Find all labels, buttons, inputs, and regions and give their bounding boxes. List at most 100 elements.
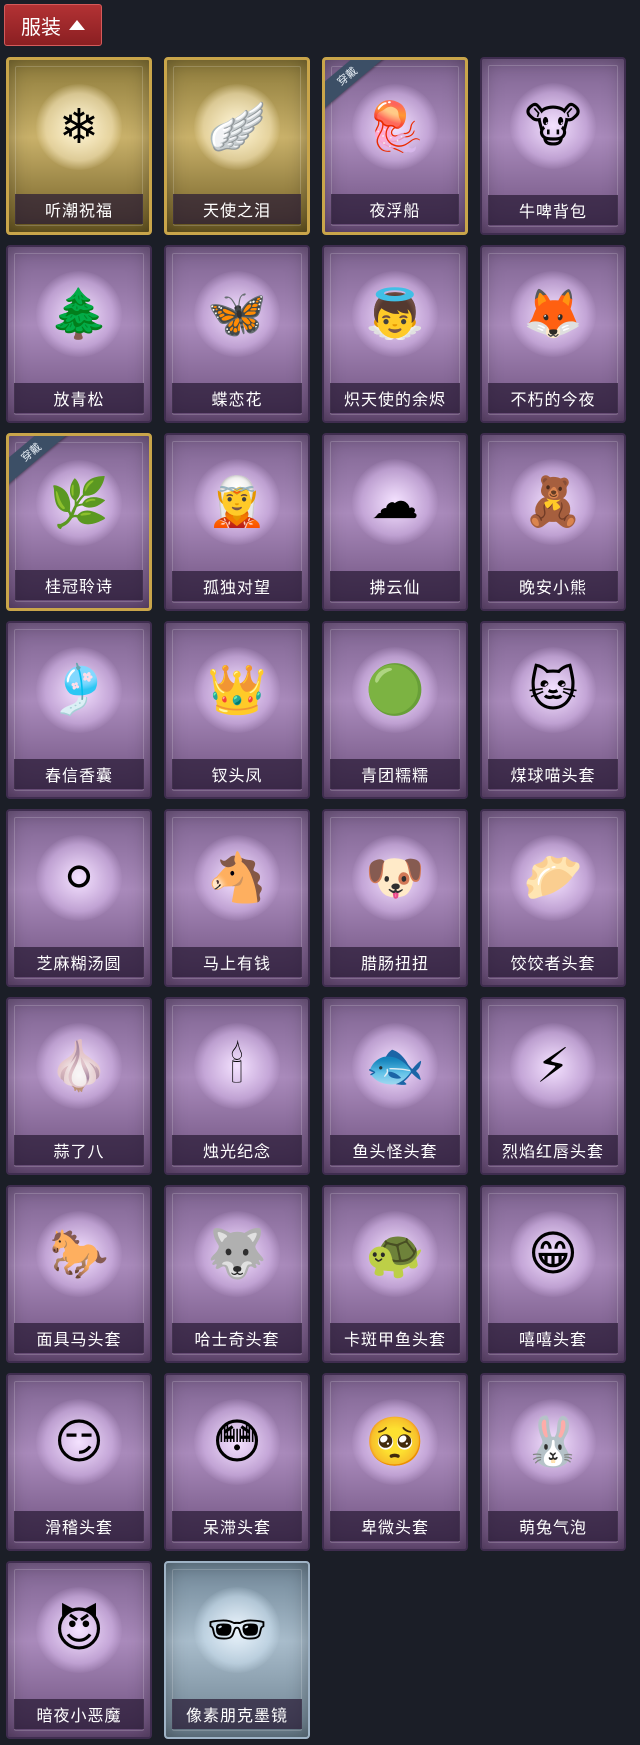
costume-art: 🥟 [494, 823, 612, 933]
costume-card[interactable]: 🟢 青团糯糯 [322, 621, 468, 799]
costume-card[interactable]: 🕶 像素朋克墨镜 [164, 1561, 310, 1739]
costume-card[interactable]: 🐢 卡斑甲鱼头套 [322, 1185, 468, 1363]
butterfly-bell-icon: 🦋 [194, 271, 280, 357]
costume-card[interactable]: 🐰 萌兔气泡 [480, 1373, 626, 1551]
green-dumpling-icon: 🟢 [352, 647, 438, 733]
costume-art: 🐟 [336, 1011, 454, 1121]
costume-card[interactable]: 🐱 煤球喵头套 [480, 621, 626, 799]
costume-name: 蝶恋花 [172, 383, 302, 413]
costume-card[interactable]: 🎐 春信香囊 [6, 621, 152, 799]
chevron-up-icon [69, 20, 85, 30]
costume-card[interactable]: 👑 钗头凤 [164, 621, 310, 799]
costume-card[interactable]: 🦋 蝶恋花 [164, 245, 310, 423]
costume-name: 天使之泪 [173, 194, 301, 224]
costume-card[interactable]: 🪽 天使之泪 [164, 57, 310, 235]
black-cat-icon: 🐱 [510, 647, 596, 733]
costume-name: 烈焰红唇头套 [488, 1135, 618, 1165]
smirk-emoji-icon: 😏 [36, 1399, 122, 1485]
costume-card[interactable]: 🐮 牛啤背包 [480, 57, 626, 235]
costume-name: 孤独对望 [172, 571, 302, 601]
dachshund-icon: 🐶 [352, 835, 438, 921]
horse-mask-icon: 🐎 [36, 1211, 122, 1297]
costume-card[interactable]: 🧄 蒜了八 [6, 997, 152, 1175]
costume-card[interactable]: ❄ 听潮祝福 [6, 57, 152, 235]
costume-card[interactable]: 🕯 烛光纪念 [164, 997, 310, 1175]
phoenix-crown-icon: 👑 [194, 647, 280, 733]
costume-art: 🎐 [20, 635, 138, 745]
costume-name: 煤球喵头套 [488, 759, 618, 789]
costume-card[interactable]: 😳 呆滞头套 [164, 1373, 310, 1551]
costume-card[interactable]: 🥟 饺饺者头套 [480, 809, 626, 987]
costume-name: 不朽的今夜 [488, 383, 618, 413]
costume-art: ☁ [336, 447, 454, 557]
angel-doll-icon: 👼 [352, 271, 438, 357]
costume-name: 牛啤背包 [488, 195, 618, 225]
costume-art: 😳 [178, 1387, 296, 1497]
red-horse-icon: 🐴 [194, 835, 280, 921]
costume-card[interactable]: ⚪ 芝麻糊汤圆 [6, 809, 152, 987]
costume-card[interactable]: 🪼 夜浮船 穿戴 [322, 57, 468, 235]
costume-title: 服装 [21, 14, 61, 39]
silver-doll-icon: 🧝 [194, 459, 280, 545]
costume-name: 呆滞头套 [172, 1511, 302, 1541]
cloud-fairy-icon: ☁ [352, 459, 438, 545]
costume-name: 滑稽头套 [14, 1511, 144, 1541]
costume-card[interactable]: ☁ 拂云仙 [322, 433, 468, 611]
costume-card[interactable]: 😈 暗夜小恶魔 [6, 1561, 152, 1739]
costume-name: 像素朋克墨镜 [172, 1699, 302, 1729]
husky-icon: 🐺 [194, 1211, 280, 1297]
costume-name: 饺饺者头套 [488, 947, 618, 977]
costume-art: 🐎 [20, 1199, 138, 1309]
costume-art: 😏 [20, 1387, 138, 1497]
costume-card[interactable]: 🐶 腊肠扭扭 [322, 809, 468, 987]
costume-art: 🕯 [178, 1011, 296, 1121]
costume-card[interactable]: ⚡ 烈焰红唇头套 [480, 997, 626, 1175]
costume-name: 鱼头怪头套 [330, 1135, 460, 1165]
header: 服装 [4, 4, 102, 46]
costume-art: 🐺 [178, 1199, 296, 1309]
costume-name: 芝麻糊汤圆 [14, 947, 144, 977]
costume-card[interactable]: 😏 滑稽头套 [6, 1373, 152, 1551]
costume-card[interactable]: 🦊 不朽的今夜 [480, 245, 626, 423]
fish-head-icon: 🐟 [352, 1023, 438, 1109]
garlic-icon: 🧄 [36, 1023, 122, 1109]
costume-name: 放青松 [14, 383, 144, 413]
costume-card[interactable]: 🐺 哈士奇头套 [164, 1185, 310, 1363]
costume-name: 青团糯糯 [330, 759, 460, 789]
costume-art: 🦊 [494, 259, 612, 369]
costume-collapse-button[interactable]: 服装 [4, 4, 102, 46]
costume-card[interactable]: 🌲 放青松 [6, 245, 152, 423]
costume-card[interactable]: 😁 嘻嘻头套 [480, 1185, 626, 1363]
costume-card[interactable]: 🐟 鱼头怪头套 [322, 997, 468, 1175]
costume-card[interactable]: 🌿 桂冠聆诗 穿戴 [6, 433, 152, 611]
costume-card[interactable]: 👼 炽天使的余烬 [322, 245, 468, 423]
pleading-emoji-icon: 🥺 [352, 1399, 438, 1485]
costume-card[interactable]: 🐎 面具马头套 [6, 1185, 152, 1363]
costume-art: 🕶 [178, 1575, 296, 1685]
costume-name: 晚安小熊 [488, 571, 618, 601]
costume-card[interactable]: 🐴 马上有钱 [164, 809, 310, 987]
costume-card[interactable]: 🧸 晚安小熊 [480, 433, 626, 611]
costume-name: 烛光纪念 [172, 1135, 302, 1165]
turtle-icon: 🐢 [352, 1211, 438, 1297]
costume-art: 🐢 [336, 1199, 454, 1309]
costume-art: 🐶 [336, 823, 454, 933]
fox-cup-icon: 🦊 [510, 271, 596, 357]
costume-name: 嘻嘻头套 [488, 1323, 618, 1353]
costume-name: 面具马头套 [14, 1323, 144, 1353]
costume-art: 🪽 [179, 72, 295, 182]
pikachu-mask-icon: ⚡ [510, 1023, 596, 1109]
costume-art: 🐰 [494, 1387, 612, 1497]
costume-card[interactable]: 🧝 孤独对望 [164, 433, 310, 611]
ice-crystal-icon: ❄ [36, 84, 122, 170]
costume-name: 卡斑甲鱼头套 [330, 1323, 460, 1353]
costume-name: 钗头凤 [172, 759, 302, 789]
pixel-sunglasses-icon: 🕶 [194, 1587, 280, 1673]
costume-name: 暗夜小恶魔 [14, 1699, 144, 1729]
grin-emoji-icon: 😁 [510, 1211, 596, 1297]
costume-art: 🧸 [494, 447, 612, 557]
stunned-emoji-icon: 😳 [194, 1399, 280, 1485]
costume-card[interactable]: 🥺 卑微头套 [322, 1373, 468, 1551]
costume-art: 🟢 [336, 635, 454, 745]
dumpling-icon: 🥟 [510, 835, 596, 921]
